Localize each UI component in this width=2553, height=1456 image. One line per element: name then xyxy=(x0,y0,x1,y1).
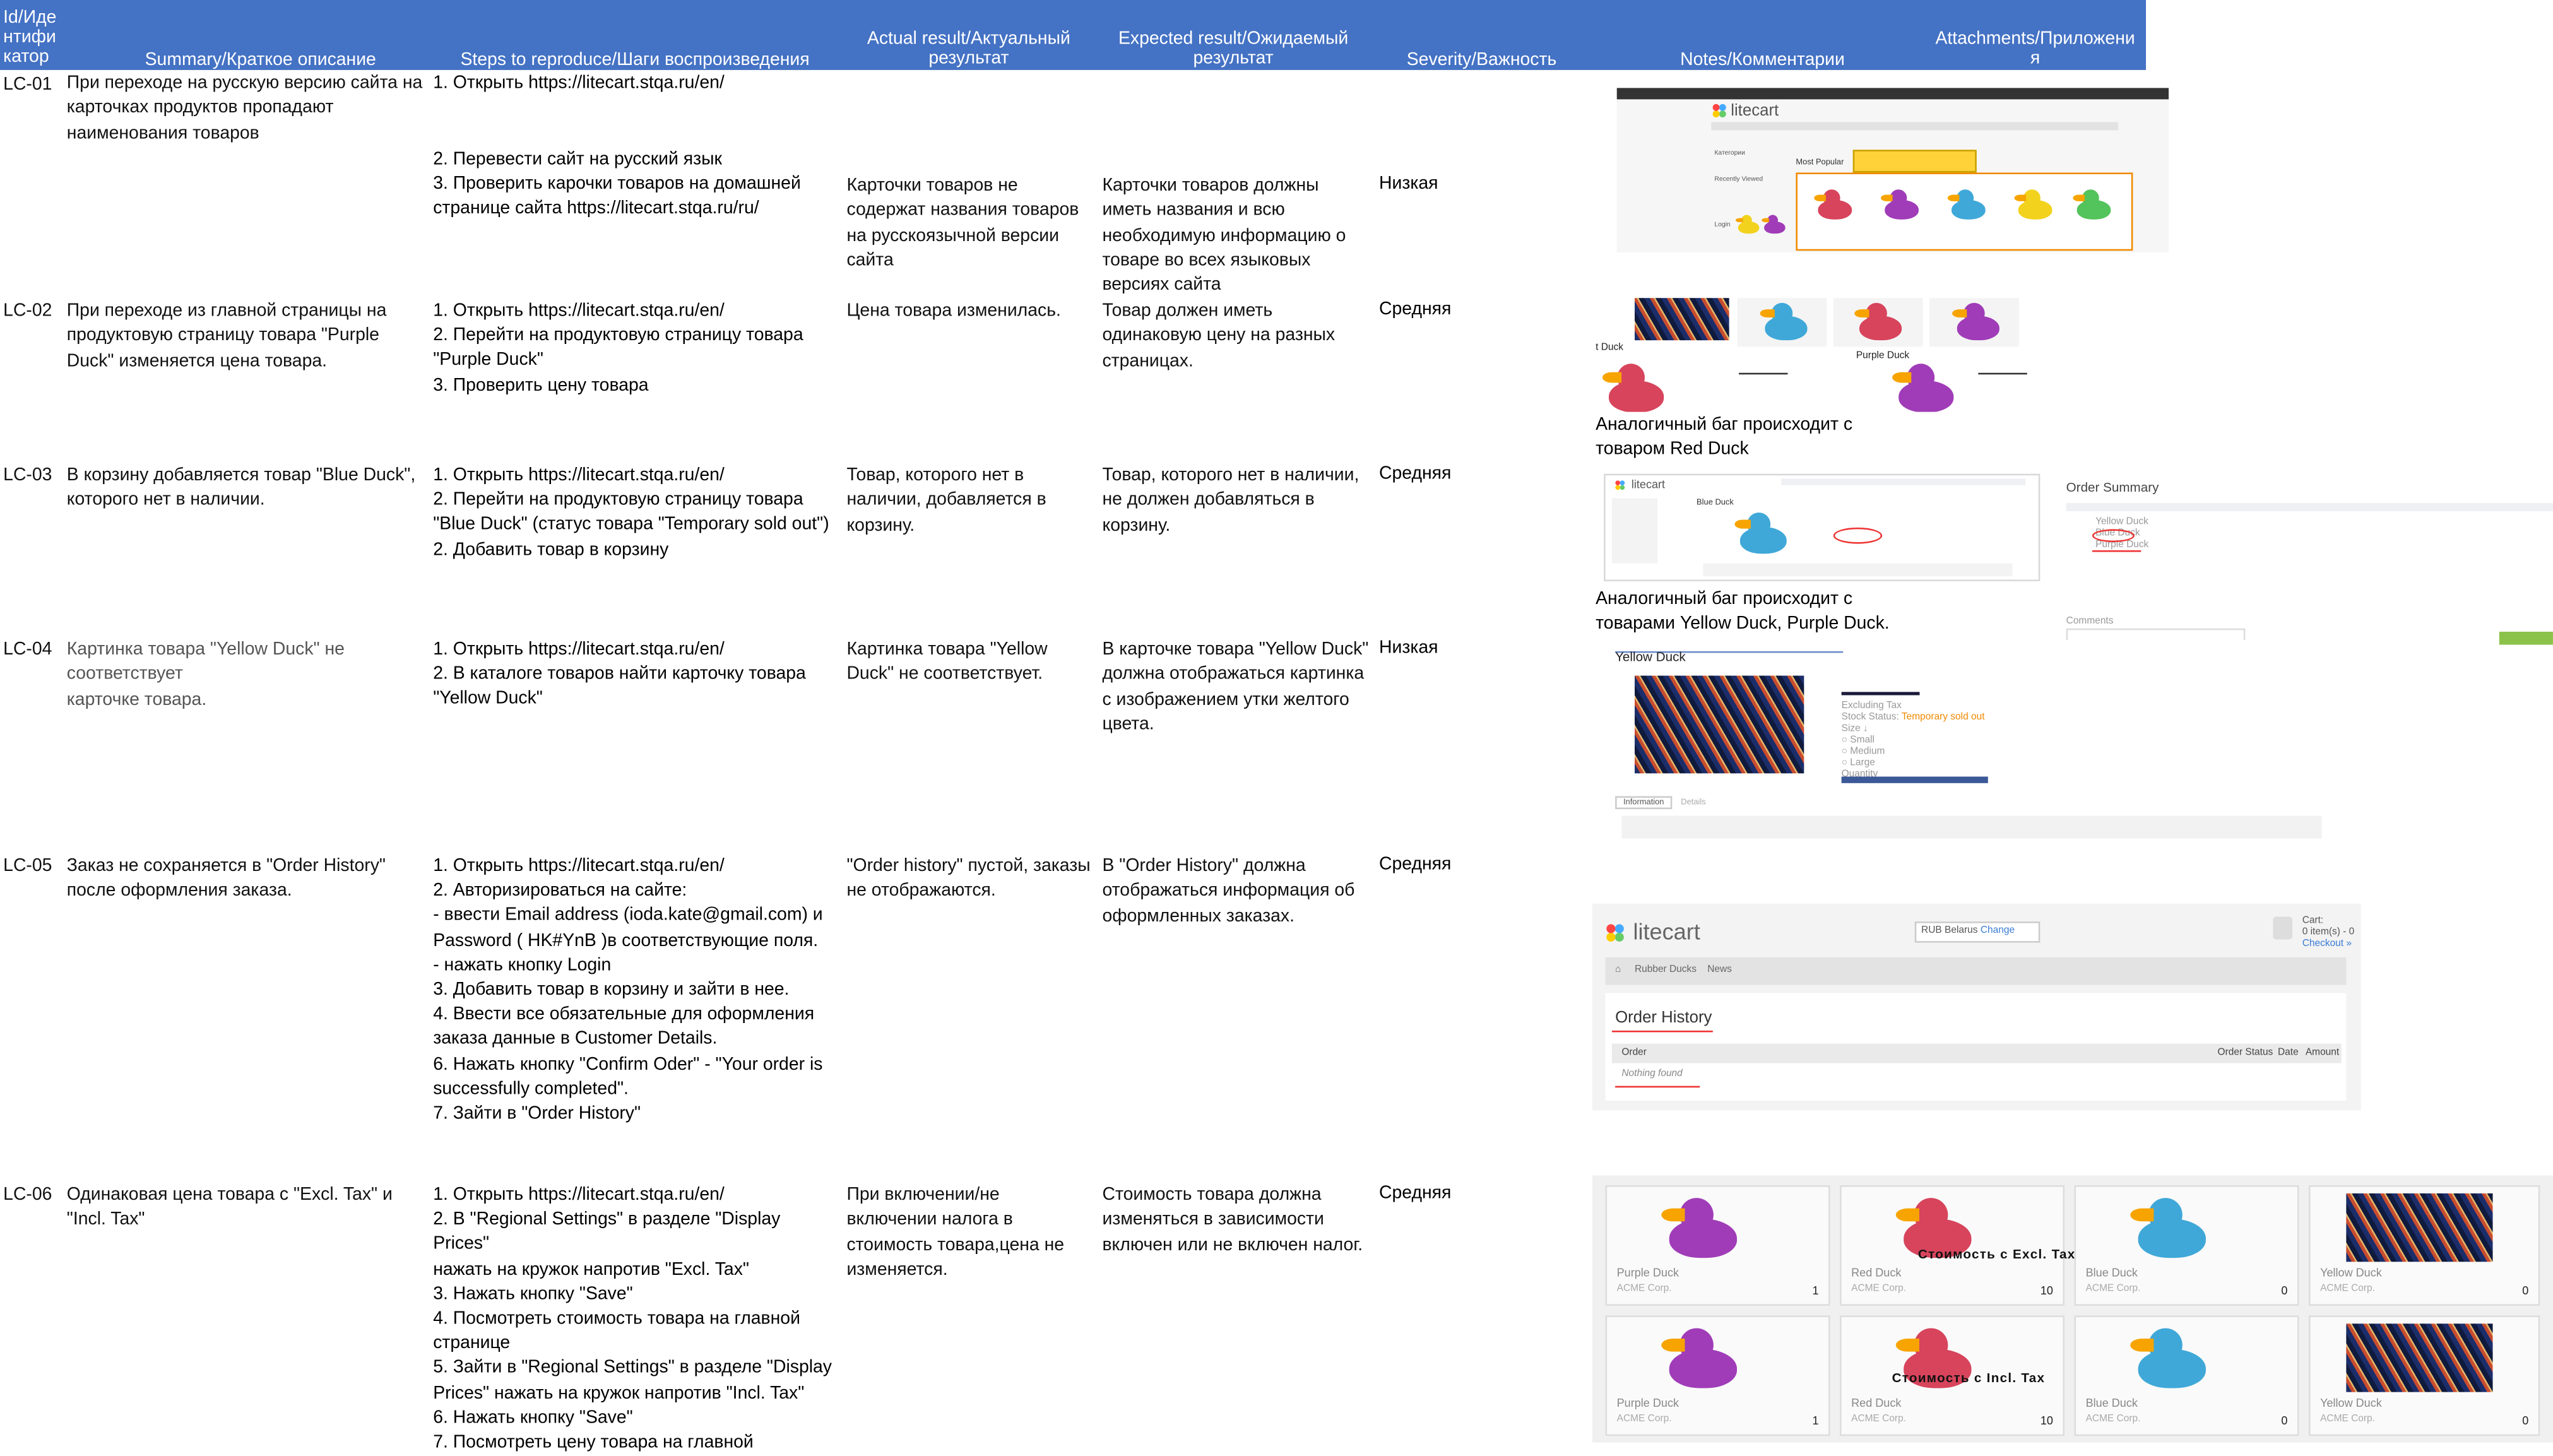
attachment-screenshot-yellow-duck[interactable]: Yellow Duck Excluding Tax Stock Status: T… xyxy=(1608,639,2345,845)
row-id: LC-02 xyxy=(3,301,52,321)
row-expected: Стоимость товара должна изменяться в зави… xyxy=(1102,1185,1363,1255)
row-actual: Карточки товаров не содержат названия тов… xyxy=(846,175,1079,270)
row-actual: При включении/не включении налога в стоимо… xyxy=(846,1185,1065,1280)
row-id: LC-03 xyxy=(3,465,52,485)
row-severity: Средняя xyxy=(1379,855,1452,875)
header-notes: Notes/Комментарии xyxy=(1680,50,1845,70)
row-severity: Средняя xyxy=(1379,1183,1452,1204)
shot1-section-title: Most Popular xyxy=(1796,158,1844,168)
row-summary: Заказ не сохраняется в "Order History" по… xyxy=(66,856,386,901)
row-steps: 1. Открыть https://litecart.stqa.ru/en/2… xyxy=(433,1185,832,1453)
header-steps: Steps to reproduce/Шаги воспроизведения xyxy=(460,50,810,70)
product-card: Yellow Duck ACME Corp. 0 xyxy=(2309,1185,2540,1306)
row-steps: 1. Открыть https://litecart.stqa.ru/en/2… xyxy=(433,856,823,1124)
product-card: Purple Duck ACME Corp. 1 xyxy=(1605,1315,1830,1436)
litecart-logo: litecart xyxy=(1604,918,1700,944)
row-summary: Одинаковая цена товара с "Excl. Tax" и "I… xyxy=(66,1185,393,1230)
row-expected: В "Order History" должна отображаться инф… xyxy=(1102,856,1355,926)
header-id: Id/Иде нтифи катор xyxy=(3,8,57,67)
header-expected: Expected result/Ожидаемый результат xyxy=(1118,29,1349,69)
attachment-screenshot-price-compare[interactable]: t Duck Purple Duck xyxy=(1596,298,2114,412)
row-severity: Средняя xyxy=(1379,299,1452,319)
row-steps: 1. Открыть https://litecart.stqa.ru/en/ xyxy=(433,73,725,93)
attachment-screenshot-blue-duck-page[interactable]: litecart Blue Duck xyxy=(1604,473,2041,581)
row-actual: Цена товара изменилась. xyxy=(846,301,1061,321)
row-expected: Карточки товаров должны иметь названия и … xyxy=(1102,175,1346,295)
row-note: Аналогичный баг происходит с товаром Red … xyxy=(1596,415,1853,460)
product-card: Blue Duck ACME Corp. 0 xyxy=(2074,1315,2299,1436)
row-actual: "Order history" пустой, заказы не отображ… xyxy=(846,856,1091,901)
header-summary: Summary/Краткое описание xyxy=(145,50,376,70)
bug-report-sheet: Id/Иде нтифи катор Summary/Краткое описани… xyxy=(0,0,2553,1452)
row-steps: 1. Открыть https://litecart.stqa.ru/en/2… xyxy=(433,465,829,560)
row-expected: Товар должен иметь одинаковую цену на раз… xyxy=(1102,301,1336,371)
row-id: LC-05 xyxy=(3,856,52,876)
row-severity: Низкая xyxy=(1379,638,1438,658)
header-severity: Severity/Важность xyxy=(1406,50,1557,70)
row-actual: Товар, которого нет в наличии, добавляетс… xyxy=(846,465,1046,535)
row-severity: Средняя xyxy=(1379,464,1452,484)
row-summary: В корзину добавляется товар "Blue Duck",… xyxy=(66,465,416,511)
row-summary: Картинка товара "Yellow Duck" не соответс… xyxy=(66,639,345,709)
shot4-tabs: Information Details xyxy=(1615,796,1712,810)
header-attachments: Attachments/Приложени я xyxy=(1935,29,2135,69)
row-steps: 1. Открыть https://litecart.stqa.ru/en/2… xyxy=(433,301,803,395)
row-expected: В карточке товара "Yellow Duck" должна от… xyxy=(1102,639,1369,735)
row-summary: При переходе из главной страницы на проду… xyxy=(66,301,387,371)
order-history-title: Order History xyxy=(1615,1009,1712,1027)
attachment-screenshot-tax-prices[interactable]: Purple Duck ACME Corp. 1 Red Duck ACME Corp… xyxy=(1592,1175,2553,1443)
row-actual: Картинка товара "Yellow Duck" не соответс… xyxy=(846,639,1048,685)
product-card: Blue Duck ACME Corp. 0 xyxy=(2074,1185,2299,1306)
litecart-logo: litecart xyxy=(1711,103,1779,121)
product-card: Yellow Duck ACME Corp. 0 xyxy=(2309,1315,2540,1436)
attachment-screenshot-homepage[interactable]: litecart Категории Recently Viewed Login M… xyxy=(1616,88,2169,252)
row-steps: 1. Открыть https://litecart.stqa.ru/en/2… xyxy=(433,639,806,709)
overlay-incl-tax: Стоимость с Incl. Tax xyxy=(1892,1371,2046,1386)
row-summary: При переходе на русскую версию сайта на к… xyxy=(66,73,423,143)
row-id: LC-06 xyxy=(3,1185,52,1205)
attachment-screenshot-order-history[interactable]: litecart RUB Belarus Change Cart: 0 item(… xyxy=(1592,903,2361,1111)
shot4-title: Yellow Duck xyxy=(1615,649,1686,665)
row-note: Аналогичный баг происходит с товарами Yel… xyxy=(1596,589,1890,634)
product-card: Purple Duck ACME Corp. 1 xyxy=(1605,1185,1830,1306)
row-steps-cont: 2. Перевести сайт на русский язык 3. Пров… xyxy=(433,150,801,219)
row-id: LC-04 xyxy=(3,639,52,660)
product-card: Red Duck ACME Corp. 10 xyxy=(1840,1185,2065,1306)
header-actual: Actual result/Актуальный результат xyxy=(867,29,1070,69)
row-expected: Товар, которого нет в наличии, не должен … xyxy=(1102,465,1359,535)
row-severity: Низкая xyxy=(1379,174,1438,194)
overlay-excl-tax: Стоимость с Excl. Tax xyxy=(1917,1247,2076,1262)
attachment-screenshot-order-summary[interactable]: Order Summary Yellow Duck Blue Duck Purple… xyxy=(2059,473,2553,650)
row-id: LC-01 xyxy=(3,74,52,95)
